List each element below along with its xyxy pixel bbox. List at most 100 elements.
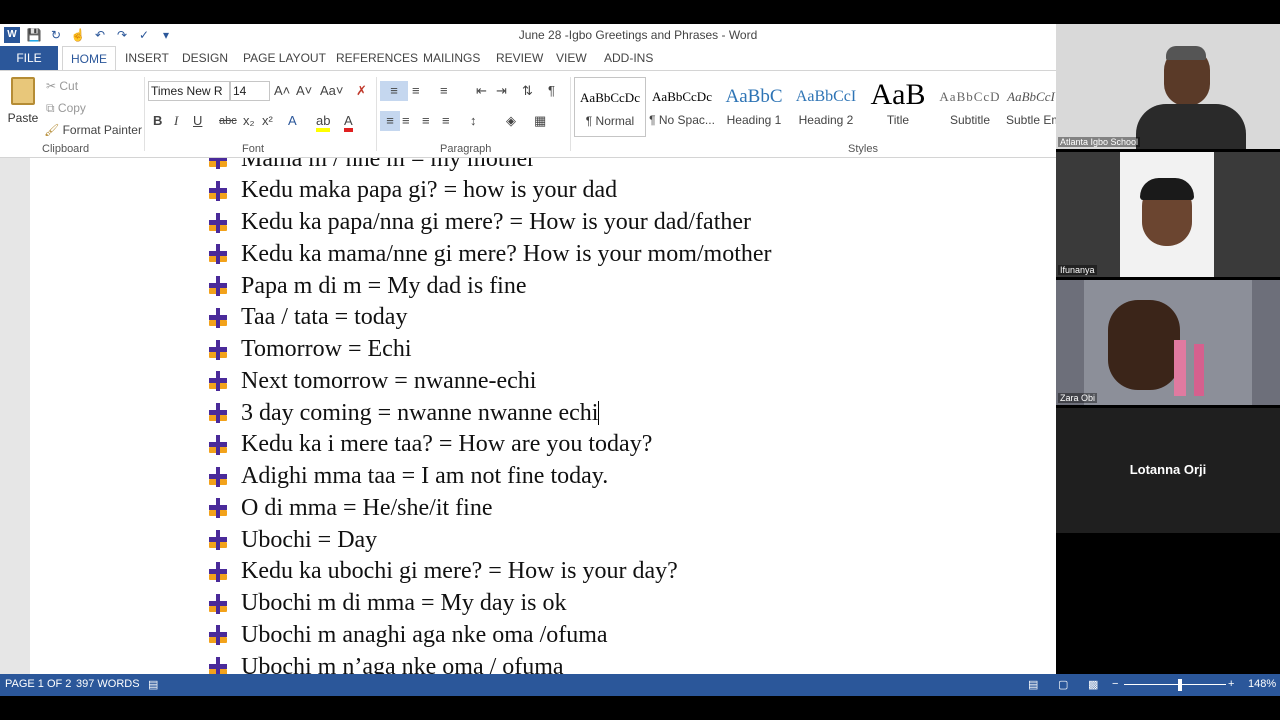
text-effects-icon[interactable]: A xyxy=(288,111,297,131)
style-normal[interactable]: AaBbCcDc ¶ Normal xyxy=(574,77,646,137)
shrink-font-icon[interactable]: A˅ xyxy=(296,81,312,101)
zoom-slider-thumb[interactable] xyxy=(1178,679,1182,691)
document-line[interactable]: Ubochi m anaghi aga nke oma /ofuma xyxy=(206,619,608,651)
bullet-cross-icon xyxy=(206,528,230,552)
document-line[interactable]: Papa m di m = My dad is fine xyxy=(206,270,527,302)
tab-insert[interactable]: INSERT xyxy=(125,46,169,70)
line-text: Ubochi m di mma = My day is ok xyxy=(241,590,567,616)
justify-icon[interactable]: ≡ xyxy=(442,111,450,131)
document-line[interactable]: Ubochi m n’aga nke oma / ofuma xyxy=(206,651,564,674)
document-line[interactable]: Ubochi m di mma = My day is ok xyxy=(206,588,567,620)
style-name: Subtitle xyxy=(949,113,991,127)
document-line[interactable]: Kedu ka ubochi gi mere? = How is your da… xyxy=(206,556,678,588)
word-count[interactable]: 397 WORDS xyxy=(76,678,140,690)
video-tile-3[interactable]: Zara Obi xyxy=(1056,280,1280,405)
style-name: ¶ No Spac... xyxy=(649,113,715,127)
document-line[interactable]: Kedu ka papa/nna gi mere? = How is your … xyxy=(206,207,751,239)
brush-icon: 🖌 xyxy=(44,123,60,137)
tab-view[interactable]: VIEW xyxy=(556,46,587,70)
zoom-out-button[interactable]: − xyxy=(1112,678,1118,690)
video-tile-1[interactable]: Atlanta Igbo School xyxy=(1056,24,1280,149)
shading-icon[interactable]: ◈ xyxy=(506,111,516,131)
style-subtle-emphasis[interactable]: AaBbCcI Subtle Em xyxy=(1006,77,1056,137)
tab-home[interactable]: HOME xyxy=(62,46,116,70)
page-count[interactable]: PAGE 1 OF 2 xyxy=(5,678,71,690)
sort-icon[interactable]: ⇅ xyxy=(522,81,533,101)
line-spacing-icon[interactable]: ↕ xyxy=(470,111,477,131)
style-name: Subtle Em xyxy=(1006,113,1056,127)
format-painter-button[interactable]: 🖌 Format Painter xyxy=(44,121,142,139)
document-line[interactable]: Next tomorrow = nwanne-echi xyxy=(206,365,536,397)
decrease-indent-icon[interactable]: ⇤ xyxy=(476,81,487,101)
document-line[interactable]: Mama m / nne m = my mother xyxy=(206,158,535,175)
cut-button[interactable]: ✂ Cut xyxy=(46,77,78,95)
style-no-spacing[interactable]: AaBbCcDc ¶ No Spac... xyxy=(646,77,718,137)
participant-head xyxy=(1108,300,1180,390)
font-size-box[interactable]: 14 xyxy=(230,81,270,101)
style-name: Title xyxy=(886,113,910,127)
underline-button[interactable]: U xyxy=(193,111,202,131)
style-heading-2[interactable]: AaBbCcI Heading 2 xyxy=(790,77,862,137)
letterbox-bottom xyxy=(0,696,1280,720)
style-subtitle[interactable]: AaBbCcD Subtitle xyxy=(934,77,1006,137)
change-case-icon[interactable]: Aa˅ xyxy=(320,81,344,101)
zoom-in-button[interactable]: + xyxy=(1228,678,1234,690)
copy-button[interactable]: ⧉ Copy xyxy=(46,99,86,117)
bullets-icon[interactable]: ≡ xyxy=(380,81,408,101)
bullet-cross-icon xyxy=(206,496,230,520)
print-layout-icon[interactable]: ▢ xyxy=(1058,678,1068,691)
document-line[interactable]: Taa / tata = today xyxy=(206,302,407,334)
font-name-box[interactable]: Times New R xyxy=(148,81,230,101)
web-layout-icon[interactable]: ▩ xyxy=(1088,678,1098,691)
grow-font-icon[interactable]: A˄ xyxy=(274,81,290,101)
read-mode-icon[interactable]: ▤ xyxy=(1028,678,1038,691)
tab-file[interactable]: FILE xyxy=(0,46,58,70)
borders-icon[interactable]: ▦ xyxy=(534,111,546,131)
tab-review[interactable]: REVIEW xyxy=(496,46,543,70)
tab-add-ins[interactable]: ADD-INS xyxy=(604,46,653,70)
tab-references[interactable]: REFERENCES xyxy=(336,46,418,70)
font-name-value: Times New R xyxy=(151,84,223,98)
line-text: 3 day coming = nwanne nwanne echi xyxy=(241,399,599,426)
font-color-icon[interactable]: A xyxy=(344,111,353,132)
align-left-icon[interactable]: ≡ xyxy=(380,111,400,131)
paste-button[interactable]: Paste xyxy=(6,77,40,133)
zoom-slider[interactable] xyxy=(1124,684,1226,685)
tab-design[interactable]: DESIGN xyxy=(182,46,228,70)
numbering-icon[interactable]: ≡ xyxy=(412,81,420,101)
align-center-icon[interactable]: ≡ xyxy=(402,111,410,131)
highlight-color-icon[interactable]: ab xyxy=(316,111,331,132)
style-title[interactable]: AaB Title xyxy=(862,77,934,137)
clear-formatting-icon[interactable]: ✗ xyxy=(356,81,367,101)
document-line[interactable]: Kedu maka papa gi? = how is your dad xyxy=(206,175,617,207)
italic-button[interactable]: I xyxy=(174,111,178,131)
tab-page-layout[interactable]: PAGE LAYOUT xyxy=(243,46,326,70)
document-line[interactable]: Kedu ka i mere taa? = How are you today? xyxy=(206,429,652,461)
proofing-icon[interactable]: ▤ xyxy=(148,678,158,691)
participant-name: Zara Obi xyxy=(1058,393,1098,403)
line-text: Kedu ka papa/nna gi mere? = How is your … xyxy=(241,209,752,235)
style-heading-1[interactable]: AaBbC Heading 1 xyxy=(718,77,790,137)
document-line[interactable]: Tomorrow = Echi xyxy=(206,334,411,366)
show-marks-icon[interactable]: ¶ xyxy=(548,81,555,101)
bullet-cross-icon xyxy=(206,369,230,393)
document-area[interactable]: Mama m / nne m = my mother Kedu maka papa… xyxy=(0,158,1056,674)
tab-mailings[interactable]: MAILINGS xyxy=(423,46,480,70)
zoom-level[interactable]: 148% xyxy=(1248,678,1276,690)
video-tile-4[interactable]: Lotanna Orji xyxy=(1056,408,1280,533)
participant-body xyxy=(1136,104,1246,149)
video-tile-2[interactable]: Ifunanya xyxy=(1056,152,1280,277)
multilevel-list-icon[interactable]: ≡ xyxy=(440,81,448,101)
document-line[interactable]: O di mma = He/she/it fine xyxy=(206,492,492,524)
subscript-button[interactable]: x₂ xyxy=(243,111,255,131)
bullet-cross-icon xyxy=(206,401,230,425)
bold-button[interactable]: B xyxy=(153,111,162,131)
document-line[interactable]: Kedu ka mama/nne gi mere? How is your mo… xyxy=(206,238,772,270)
superscript-button[interactable]: x² xyxy=(262,111,273,131)
increase-indent-icon[interactable]: ⇥ xyxy=(496,81,507,101)
document-line[interactable]: 3 day coming = nwanne nwanne echi xyxy=(206,397,600,429)
document-line[interactable]: Adighi mma taa = I am not fine today. xyxy=(206,461,608,493)
strikethrough-button[interactable]: abc xyxy=(219,111,237,131)
align-right-icon[interactable]: ≡ xyxy=(422,111,430,131)
document-line[interactable]: Ubochi = Day xyxy=(206,524,377,556)
